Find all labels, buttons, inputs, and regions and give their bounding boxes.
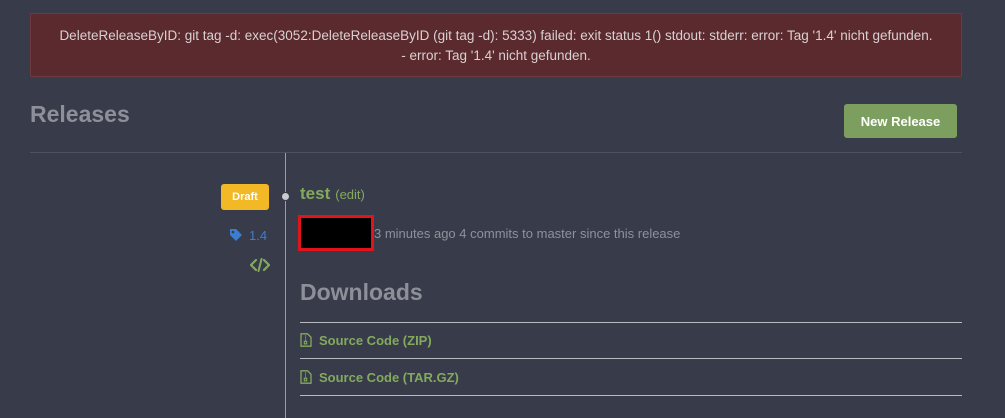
error-flash-message: DeleteReleaseByID: git tag -d: exec(3052… (30, 13, 962, 77)
downloads-divider-middle (300, 358, 962, 359)
download-targz-label: Source Code (TAR.GZ) (319, 369, 459, 385)
release-title: test (edit) (300, 184, 365, 204)
downloads-title: Downloads (300, 279, 423, 305)
draft-badge: Draft (221, 184, 269, 210)
page-title: Releases (30, 101, 130, 127)
release-name-link[interactable]: test (300, 184, 330, 204)
release-meta: 3 minutes ago 4 commits to master since … (374, 226, 680, 241)
release-commits-link[interactable]: 4 commits (459, 226, 518, 241)
error-message-line-2: - error: Tag '1.4' nicht gefunden. (401, 48, 591, 63)
downloads-divider-bottom (300, 395, 962, 396)
download-source-zip[interactable]: Source Code (ZIP) (300, 330, 432, 350)
new-release-button[interactable]: New Release (844, 104, 957, 138)
download-zip-label: Source Code (ZIP) (319, 332, 432, 348)
error-message-line-1: DeleteReleaseByID: git tag -d: exec(3052… (59, 28, 933, 43)
release-edit-link[interactable]: (edit) (335, 187, 365, 202)
file-zip-icon (300, 370, 312, 384)
file-zip-icon (300, 333, 312, 347)
downloads-divider-top (300, 322, 962, 323)
redacted-avatar-region (298, 215, 374, 251)
download-source-targz[interactable]: Source Code (TAR.GZ) (300, 367, 459, 387)
timeline-dot (281, 192, 290, 201)
tag-icon (230, 229, 242, 241)
release-tag-label: 1.4 (249, 227, 268, 243)
header-divider (30, 152, 962, 153)
release-meta-suffix: to master since this release (522, 226, 681, 241)
code-icon[interactable] (250, 258, 270, 272)
release-tag-link[interactable]: 1.4 (229, 226, 267, 244)
release-time: 3 minutes ago (374, 226, 456, 241)
